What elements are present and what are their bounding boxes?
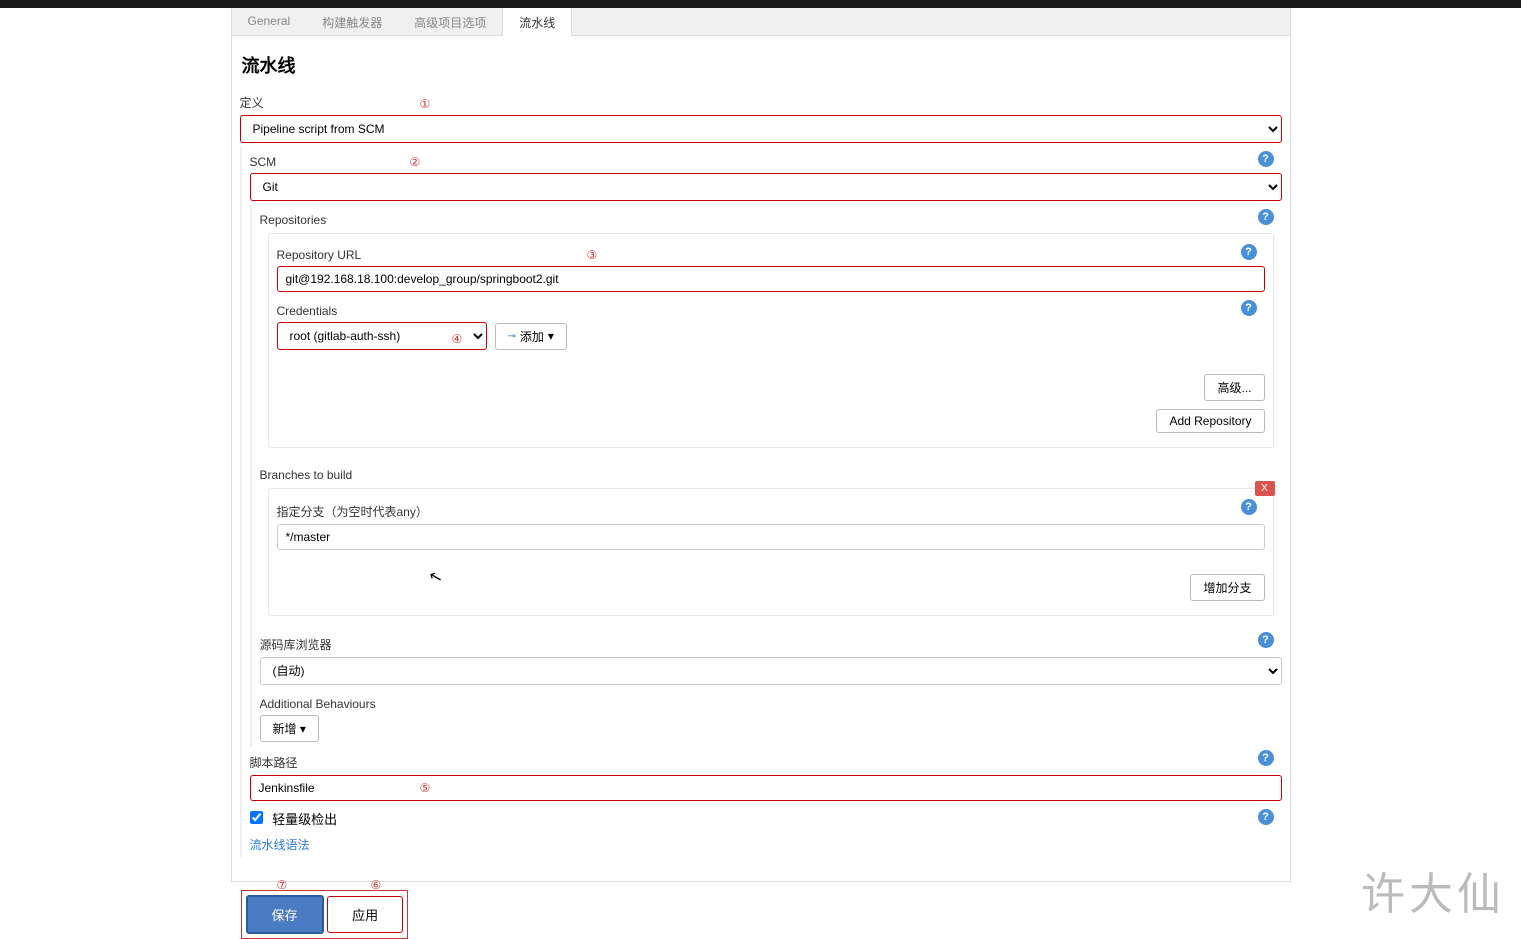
delete-branch-button[interactable]: X <box>1255 481 1275 496</box>
top-bar <box>0 0 1521 8</box>
browser-block: ? 源码库浏览器 (自动) <box>252 628 1290 689</box>
lightweight-help-icon[interactable]: ? <box>1258 809 1274 825</box>
advanced-button[interactable]: 高级... <box>1204 374 1264 401</box>
lightweight-label: 轻量级检出 <box>272 812 337 827</box>
repository-entry: ? Repository URL ③ ? Credentials root (g… <box>268 233 1274 448</box>
add-behaviour-label: 新增 <box>273 722 297 736</box>
repositories-label: Repositories <box>260 209 1282 231</box>
behaviours-label: Additional Behaviours <box>260 693 1282 715</box>
tab-strip: General 构建触发器 高级项目选项 流水线 <box>231 8 1291 36</box>
add-behaviour-button[interactable]: 新增 ▾ <box>260 715 319 742</box>
definition-select[interactable]: Pipeline script from SCM <box>240 115 1282 143</box>
branch-spec-input[interactable] <box>277 524 1265 550</box>
repositories-help-icon[interactable]: ? <box>1258 209 1274 225</box>
script-path-input[interactable] <box>250 775 1282 801</box>
repo-url-input[interactable] <box>277 266 1265 292</box>
tab-advanced-options[interactable]: 高级项目选项 <box>398 8 502 35</box>
scm-label: SCM <box>250 151 1282 173</box>
branch-spec-help-icon[interactable]: ? <box>1241 499 1257 515</box>
lightweight-block: ? 轻量级检出 <box>242 805 1290 832</box>
branches-label: Branches to build <box>260 464 1282 486</box>
repo-url-help-icon[interactable]: ? <box>1241 244 1257 260</box>
credentials-label: Credentials <box>277 300 1265 322</box>
scm-select[interactable]: Git <box>250 173 1282 201</box>
main-panel: 流水线 定义 ① Pipeline script from SCM ? SCM … <box>231 36 1291 882</box>
lightweight-checkbox[interactable] <box>250 811 263 824</box>
pipeline-syntax-link[interactable]: 流水线语法 <box>250 838 310 852</box>
scm-help-icon[interactable]: ? <box>1258 151 1274 167</box>
key-icon: ⊸ <box>508 331 516 342</box>
annotation-2: ② <box>410 155 421 169</box>
add-repository-button[interactable]: Add Repository <box>1156 409 1264 433</box>
behaviours-block: Additional Behaviours 新增 ▾ <box>252 689 1290 746</box>
browser-help-icon[interactable]: ? <box>1258 632 1274 648</box>
tab-pipeline[interactable]: 流水线 <box>502 8 572 36</box>
branch-entry: X ? 指定分支（为空时代表any） 增加分支 ↖ <box>268 488 1274 616</box>
section-title: 流水线 <box>232 48 1290 86</box>
save-button[interactable]: 保存 <box>246 895 324 934</box>
main-container: General 构建触发器 高级项目选项 流水线 流水线 定义 ① Pipeli… <box>231 8 1291 939</box>
apply-button[interactable]: 应用 <box>327 896 403 933</box>
annotation-4: ④ <box>452 332 463 346</box>
tab-general[interactable]: General <box>232 8 307 35</box>
save-apply-button-group: 保存 应用 <box>241 890 409 939</box>
add-branch-button[interactable]: 增加分支 <box>1190 574 1264 601</box>
credentials-help-icon[interactable]: ? <box>1241 300 1257 316</box>
definition-label: 定义 <box>240 90 1282 115</box>
annotation-7: ⑦ <box>277 878 288 892</box>
annotation-5: ⑤ <box>420 781 431 795</box>
dropdown-caret-icon: ▾ <box>548 329 554 343</box>
annotation-6: ⑥ <box>371 878 382 892</box>
branch-spec-label: 指定分支（为空时代表any） <box>277 499 1265 524</box>
dropdown-caret-icon: ▾ <box>300 722 306 736</box>
watermark-text: 许大仙 <box>1361 858 1505 922</box>
annotation-1: ① <box>420 97 431 111</box>
branches-block: Branches to build X ? 指定分支（为空时代表any） 增加分… <box>252 460 1290 628</box>
script-path-block: ? 脚本路径 ⑤ <box>242 746 1290 805</box>
browser-select[interactable]: (自动) <box>260 657 1282 685</box>
repositories-block: ? Repositories ? Repository URL ③ ? Cred… <box>252 205 1290 460</box>
lightweight-checkout-row: 轻量级检出 <box>250 812 338 827</box>
tab-build-triggers[interactable]: 构建触发器 <box>306 8 398 35</box>
browser-label: 源码库浏览器 <box>260 632 1282 657</box>
script-path-help-icon[interactable]: ? <box>1258 750 1274 766</box>
repo-url-label: Repository URL <box>277 244 1265 266</box>
add-credential-button[interactable]: ⊸ 添加 ▾ <box>495 323 567 350</box>
scm-block: ? SCM ② Git <box>242 147 1290 205</box>
add-credential-label: 添加 <box>520 328 544 345</box>
script-path-label: 脚本路径 <box>250 750 1282 775</box>
definition-block: 定义 ① Pipeline script from SCM <box>232 86 1290 147</box>
annotation-3: ③ <box>587 248 598 262</box>
